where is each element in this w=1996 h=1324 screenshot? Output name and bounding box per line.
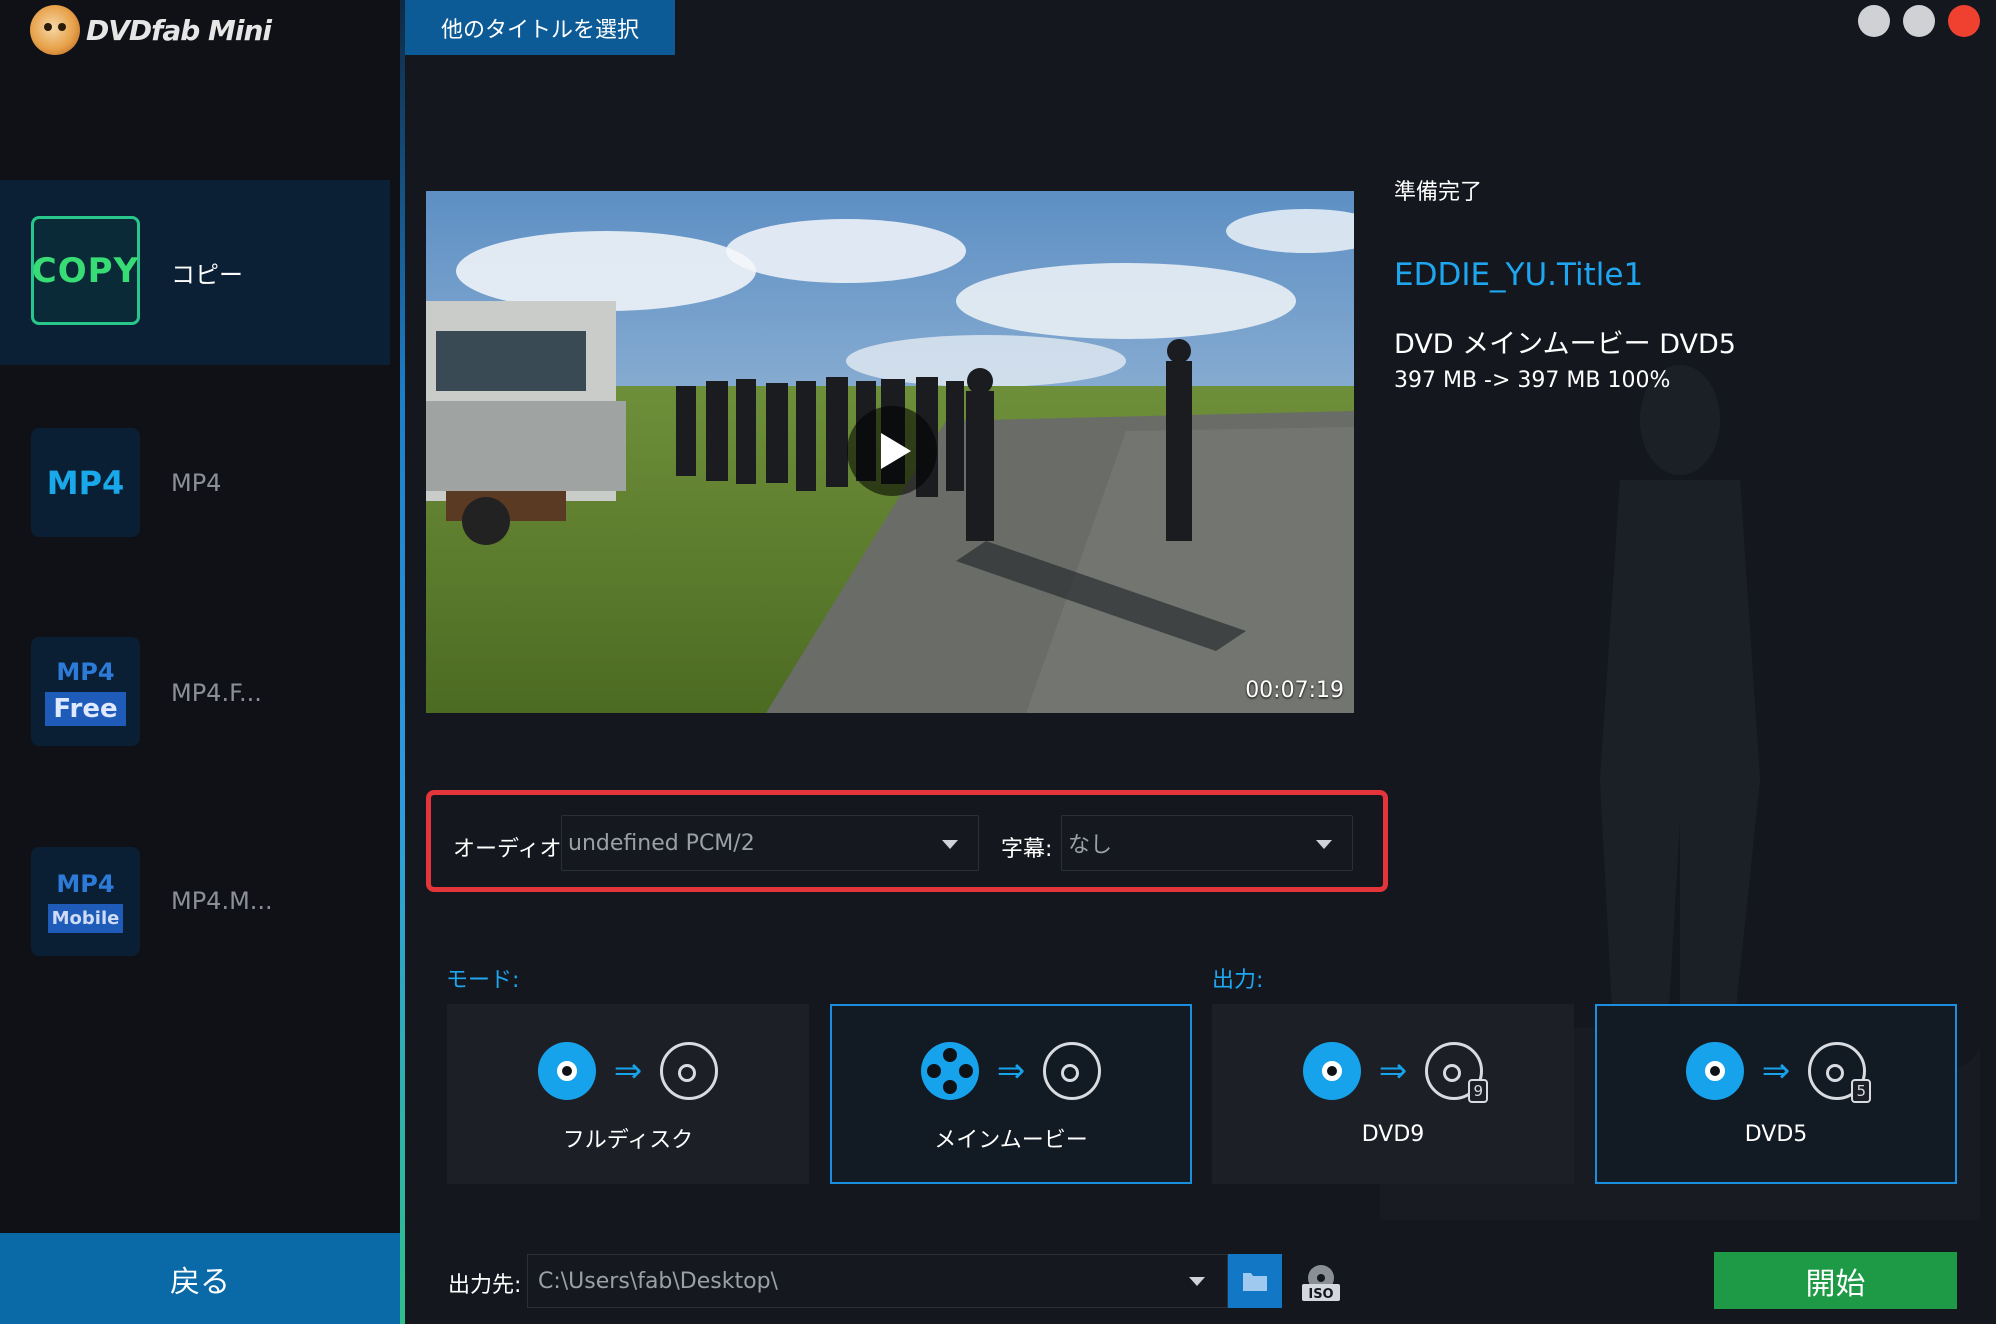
mobile-tag: Mobile: [47, 904, 124, 933]
target-disc-icon: [1043, 1042, 1102, 1100]
destination-path: C:\Users\fab\Desktop\: [538, 1268, 778, 1294]
sidebar-item-mp4[interactable]: MP4 MP4: [0, 390, 390, 575]
title-name: EDDIE_YU.Title1: [1394, 257, 1644, 293]
video-duration: 00:07:19: [1245, 678, 1344, 703]
subtitle-dropdown[interactable]: なし: [1061, 815, 1353, 871]
title-size: 397 MB -> 397 MB 100%: [1394, 368, 1671, 393]
subtitle-label: 字幕:: [1001, 837, 1053, 862]
destination-path-dropdown[interactable]: C:\Users\fab\Desktop\: [527, 1254, 1228, 1308]
mode-option-label: メインムービー: [934, 1128, 1088, 1153]
mode-main-movie-card[interactable]: ⇒ メインムービー: [830, 1004, 1192, 1184]
dvd5-icons: ⇒ 5: [1597, 1040, 1955, 1103]
sidebar-divider: [400, 0, 405, 1324]
dvd9-icons: ⇒ 9: [1214, 1040, 1572, 1103]
source-disc-icon: [1685, 1042, 1744, 1100]
disc-number: 9: [1468, 1079, 1489, 1103]
sidebar-item-mp4-mobile[interactable]: MP4 Mobile MP4.M...: [0, 808, 390, 993]
sidebar-item-copy[interactable]: COPY コピー: [0, 180, 390, 365]
destination-label: 出力先:: [448, 1273, 522, 1298]
arrow-right-icon: ⇒: [996, 1051, 1026, 1091]
audio-value: undefined PCM/2: [568, 830, 755, 856]
mp4-badge-text: MP4: [46, 463, 125, 502]
status-text: 準備完了: [1394, 180, 1483, 205]
video-preview[interactable]: 00:07:19: [426, 191, 1354, 713]
app-logo: DVDfab Mini: [30, 4, 272, 56]
audio-label: オーディオ:: [453, 837, 569, 862]
target-disc-icon: [660, 1042, 719, 1100]
mp4-badge-icon: MP4: [31, 428, 140, 537]
mode-full-disc-card[interactable]: ⇒ フルディスク: [447, 1004, 809, 1184]
mode-option-label: フルディスク: [562, 1128, 694, 1153]
app-brand: DVDfab Mini: [86, 13, 272, 47]
sidebar-item-mp4-free[interactable]: MP4 Free MP4.F...: [0, 600, 390, 785]
sidebar: DVDfab Mini COPY コピー MP4 MP4 MP4 Free MP…: [0, 0, 400, 1324]
sidebar-item-label: MP4: [171, 468, 222, 497]
iso-button[interactable]: ISO: [1300, 1264, 1342, 1302]
track-settings-panel: オーディオ: undefined PCM/2 字幕: なし: [426, 790, 1388, 892]
mp4-mobile-badge-icon: MP4 Mobile: [31, 847, 140, 956]
browse-folder-button[interactable]: [1228, 1254, 1282, 1308]
chevron-down-icon: [942, 840, 958, 849]
source-disc-icon: [537, 1042, 596, 1100]
subtitle-value: なし: [1068, 833, 1113, 858]
back-button[interactable]: 戻る: [0, 1233, 400, 1324]
source-disc-icon: [1302, 1042, 1361, 1100]
close-button[interactable]: [1948, 5, 1980, 37]
film-reel-icon: [920, 1042, 979, 1100]
output-option-label: DVD5: [1744, 1122, 1808, 1147]
arrow-right-icon: ⇒: [1378, 1051, 1408, 1091]
output-option-label: DVD9: [1361, 1122, 1425, 1147]
audio-dropdown[interactable]: undefined PCM/2: [561, 815, 979, 871]
mode-label: モード:: [446, 968, 520, 993]
title-description: DVD メインムービー DVD5: [1394, 329, 1736, 360]
sidebar-item-label: MP4.M...: [171, 886, 273, 915]
mp4-badge-text: MP4: [56, 657, 115, 686]
output-label: 出力:: [1212, 968, 1264, 993]
mp4-badge-text: MP4: [56, 870, 115, 898]
dvd9-disc-icon: 9: [1425, 1042, 1489, 1103]
copy-badge-icon: COPY: [31, 216, 140, 325]
play-button[interactable]: [847, 406, 937, 496]
arrow-right-icon: ⇒: [613, 1051, 643, 1091]
start-button[interactable]: 開始: [1714, 1252, 1957, 1309]
output-dvd9-card[interactable]: ⇒ 9 DVD9: [1212, 1004, 1574, 1184]
output-dvd5-card[interactable]: ⇒ 5 DVD5: [1595, 1004, 1957, 1184]
iso-text: ISO: [1308, 1287, 1333, 1302]
maximize-button[interactable]: [1903, 5, 1935, 37]
free-tag: Free: [45, 691, 126, 726]
select-other-title-button[interactable]: 他のタイトルを選択: [405, 0, 675, 55]
arrow-right-icon: ⇒: [1761, 1051, 1791, 1091]
full-disc-icons: ⇒: [449, 1040, 807, 1102]
iso-disc-icon: ISO: [1302, 1265, 1340, 1302]
chevron-down-icon: [1189, 1277, 1205, 1286]
dvd5-disc-icon: 5: [1808, 1042, 1872, 1103]
main-movie-icons: ⇒: [832, 1040, 1190, 1102]
sidebar-item-label: コピー: [171, 261, 243, 289]
chevron-down-icon: [1316, 840, 1332, 849]
mascot-logo-icon: [30, 5, 80, 55]
folder-icon: [1243, 1273, 1267, 1291]
sidebar-item-label: MP4.F...: [171, 678, 262, 707]
minimize-button[interactable]: [1858, 5, 1890, 37]
mp4-free-badge-icon: MP4 Free: [31, 637, 140, 746]
disc-number: 5: [1851, 1079, 1872, 1103]
